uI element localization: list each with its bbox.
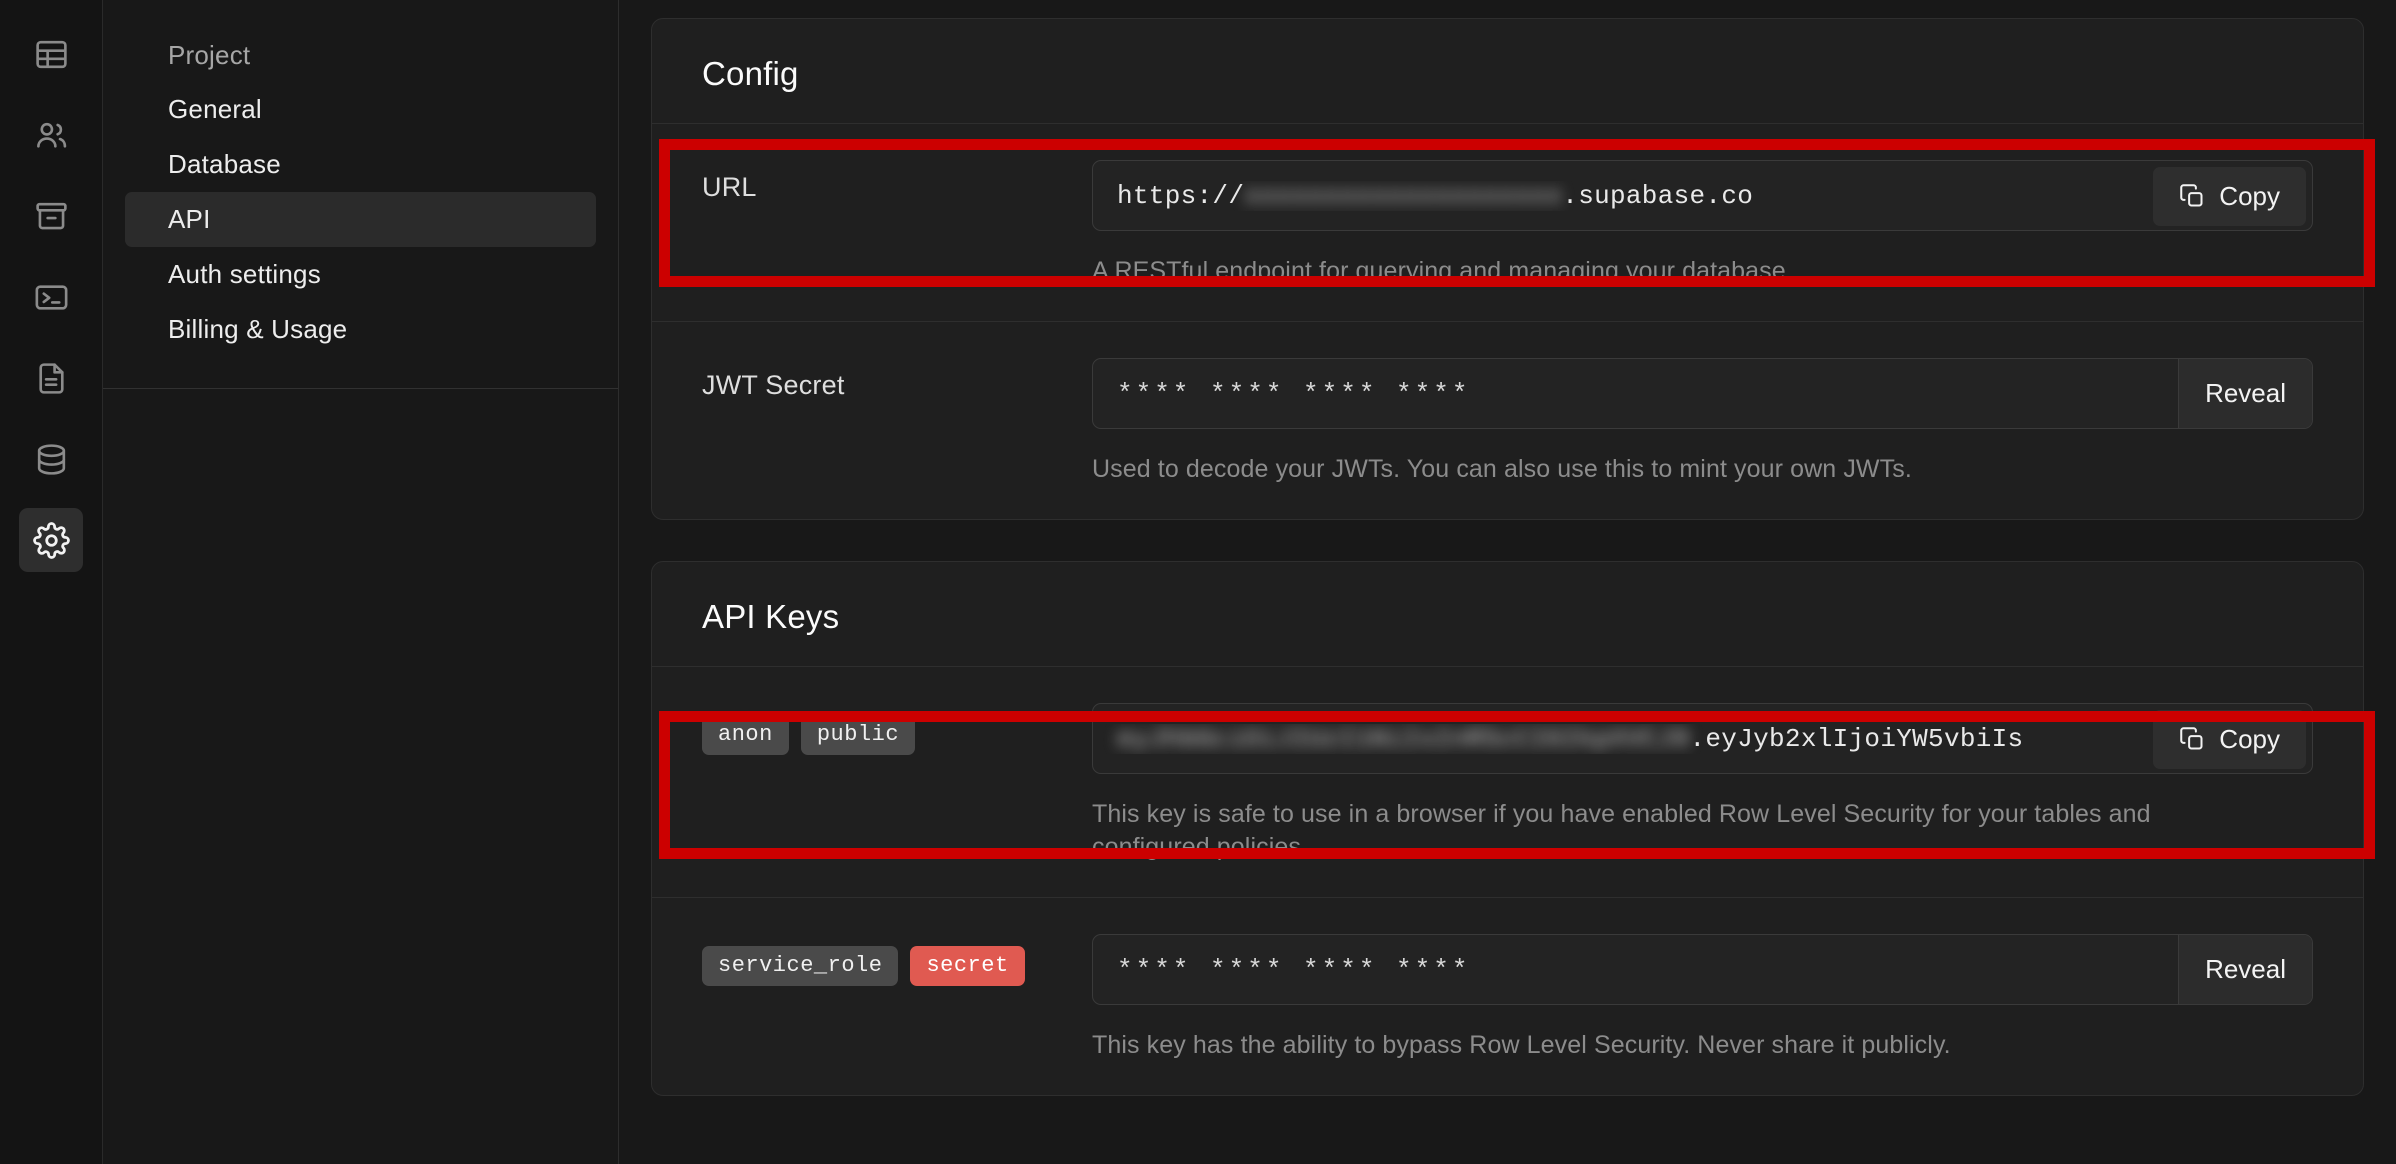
sidebar-item-general[interactable]: General — [125, 82, 596, 137]
url-value: https://xxxxxxxxxxxxxxxxxxxx .supabase.co — [1093, 181, 2312, 211]
page-title-api-keys: API Keys — [702, 598, 840, 635]
anon-copy-label: Copy — [2219, 724, 2280, 754]
jwt-secret-value: **** **** **** **** — [1117, 378, 1471, 409]
url-label-col: URL — [702, 160, 1092, 203]
service-role-key-value: **** **** **** **** — [1117, 954, 1471, 985]
api-settings-page: Project General Database API Auth settin… — [0, 0, 2396, 1164]
jwt-secret-label: JWT Secret — [702, 370, 845, 400]
url-help-text: A RESTful endpoint for querying and mana… — [1092, 257, 1793, 285]
main-content: Config URL https://xxxxxxxxxxxxxxxxxxxx.… — [619, 0, 2396, 1164]
jwt-secret-row: JWT Secret **** **** **** **** Reveal Us… — [652, 321, 2363, 519]
anon-key-copy-button[interactable]: Copy — [2153, 710, 2306, 769]
users-icon[interactable] — [19, 103, 83, 167]
url-field-col: https://xxxxxxxxxxxxxxxxxxxx .supabase.co… — [1092, 160, 2313, 288]
service-role-field-col: **** **** **** **** Reveal This key has … — [1092, 934, 2313, 1062]
jwt-label-col: JWT Secret — [702, 358, 1092, 401]
service-role-label-col: service_role secret — [702, 934, 1092, 986]
url-value-prefix: https:// — [1117, 180, 1245, 211]
api-keys-card: API Keys anon public eyJhbGciOiJIUzI1NiI… — [651, 561, 2364, 1096]
anon-key-input[interactable]: eyJhbGciOiJIUzI1NiIsInR5cCI6IkpXVCJ9 .eyJ… — [1092, 703, 2313, 774]
status-badge-public: public — [800, 715, 916, 755]
status-badge-secret: secret — [910, 946, 1025, 986]
service-role-key-row: service_role secret **** **** **** **** … — [652, 897, 2363, 1095]
service-role-help-text: This key has the ability to bypass Row L… — [1092, 1031, 1951, 1059]
sidebar-item-api[interactable]: API — [125, 192, 596, 247]
document-icon[interactable] — [19, 346, 83, 410]
sidebar-item-billing-usage[interactable]: Billing & Usage — [125, 302, 596, 357]
table-icon[interactable] — [19, 22, 83, 86]
jwt-help-text: Used to decode your JWTs. You can also u… — [1092, 455, 1912, 483]
anon-badges: anon public — [702, 715, 1092, 755]
status-badge-anon: anon — [702, 715, 789, 755]
url-value-suffix: .supabase.co — [1562, 180, 1754, 211]
archive-icon[interactable] — [19, 184, 83, 248]
anon-label-col: anon public — [702, 703, 1092, 755]
url-input[interactable]: https://xxxxxxxxxxxxxxxxxxxx .supabase.co… — [1092, 160, 2313, 231]
copy-icon — [2179, 726, 2206, 753]
config-card-header: Config — [652, 19, 2363, 123]
url-copy-label: Copy — [2219, 181, 2280, 211]
url-value-redacted: xxxxxxxxxxxxxxxxxxxx — [1244, 180, 1563, 211]
settings-nav-group: Project General Database API Auth settin… — [103, 29, 618, 357]
settings-nav-title: Project — [168, 40, 251, 70]
jwt-field-col: **** **** **** **** Reveal Used to decod… — [1092, 358, 2313, 486]
url-row: URL https://xxxxxxxxxxxxxxxxxxxx .supabas… — [652, 123, 2363, 321]
anon-field-col: eyJhbGciOiJIUzI1NiIsInR5cCI6IkpXVCJ9 .eyJ… — [1092, 703, 2313, 864]
status-badge-service-role: service_role — [702, 946, 899, 986]
service-role-reveal-button[interactable]: Reveal — [2178, 935, 2312, 1004]
service-role-badges: service_role secret — [702, 946, 1092, 986]
sidebar-item-auth-settings[interactable]: Auth settings — [125, 247, 596, 302]
anon-key-help-text: This key is safe to use in a browser if … — [1092, 800, 2151, 861]
anon-key-suffix: .eyJyb2xlIjoiYW5vbiIs — [1689, 723, 2024, 754]
sidebar-divider — [103, 388, 618, 389]
service-role-key-input[interactable]: **** **** **** **** Reveal — [1092, 934, 2313, 1005]
settings-sidebar: Project General Database API Auth settin… — [103, 0, 619, 1164]
url-label: URL — [702, 172, 757, 202]
primary-icon-rail — [0, 0, 103, 1164]
anon-key-value: eyJhbGciOiJIUzI1NiIsInR5cCI6IkpXVCJ9 .eyJ… — [1093, 724, 2312, 754]
copy-icon — [2179, 183, 2206, 210]
anon-key-row: anon public eyJhbGciOiJIUzI1NiIsInR5cCI6… — [652, 666, 2363, 897]
terminal-icon[interactable] — [19, 265, 83, 329]
gear-icon[interactable] — [19, 508, 83, 572]
jwt-secret-input[interactable]: **** **** **** **** Reveal — [1092, 358, 2313, 429]
database-icon[interactable] — [19, 427, 83, 491]
sidebar-item-database[interactable]: Database — [125, 137, 596, 192]
page-title-config: Config — [702, 55, 799, 92]
url-copy-button[interactable]: Copy — [2153, 167, 2306, 226]
anon-key-redacted: eyJhbGciOiJIUzI1NiIsInR5cCI6IkpXVCJ9 — [1117, 723, 1690, 754]
api-keys-card-header: API Keys — [652, 562, 2363, 666]
jwt-reveal-button[interactable]: Reveal — [2178, 359, 2312, 428]
config-card: Config URL https://xxxxxxxxxxxxxxxxxxxx.… — [651, 18, 2364, 520]
